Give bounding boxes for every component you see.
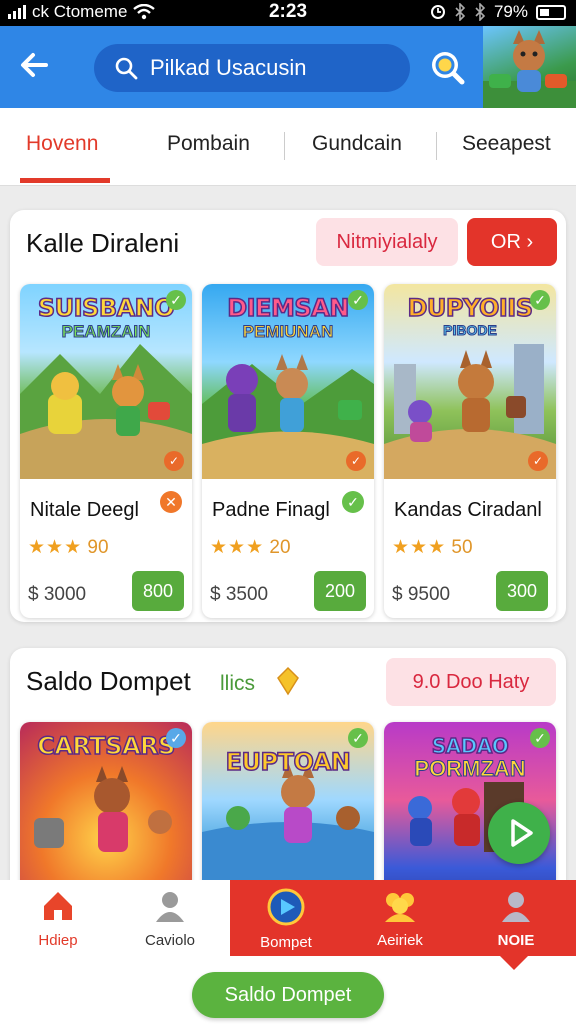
magnifier-icon <box>432 52 465 85</box>
tab-divider <box>284 132 285 160</box>
tab-seeapest[interactable]: Seeapest <box>462 132 551 156</box>
bluetooth-icon-2 <box>475 3 486 21</box>
game-price: $ 3500 <box>210 584 269 605</box>
rating-value: 20 <box>269 537 291 558</box>
game-cover-image: EUPTOAN ✓ <box>202 722 374 898</box>
verified-badge-icon: ✓ <box>342 491 364 513</box>
back-button[interactable] <box>18 48 58 88</box>
alarm-icon <box>430 5 445 19</box>
balance-chip[interactable]: 9.0 Doo Haty <box>386 658 556 706</box>
game-name: Padne Finagl <box>212 499 330 521</box>
game-price: $ 3000 <box>28 584 87 605</box>
game-art-title: EUPTOAN <box>225 748 352 776</box>
game-card[interactable]: DUPYOIIS PIBODE ✓ ✓ Kandas Ciradanl ★★★ … <box>384 284 556 618</box>
bottom-navigation: Hdiep Caviolo Bompet Aeiriek NOIE Saldo … <box>0 880 576 1024</box>
fox-mascot-icon <box>483 30 576 108</box>
play-button[interactable] <box>488 802 550 864</box>
nav-notch <box>500 956 528 970</box>
header-game-thumbnail[interactable] <box>483 26 576 108</box>
buy-button[interactable]: 300 <box>496 571 548 611</box>
saldo-dompet-button[interactable]: Saldo Dompet <box>192 972 384 1018</box>
game-price: $ 9500 <box>392 584 451 605</box>
tag-icon: ✓ <box>528 451 548 471</box>
diamond-icon <box>277 666 299 696</box>
game-rating: ★★★ 20 <box>210 536 291 559</box>
nav-item-home[interactable]: Hdiep <box>18 888 98 949</box>
game-rating: ★★★ 90 <box>28 536 109 559</box>
game-card[interactable]: DIEMSAN PEMIUNAN ✓ ✓ Padne Finagl ✓ ★★★ … <box>202 284 374 618</box>
home-icon <box>44 892 72 920</box>
status-bar: ck Ctomeme 2:23 79% <box>0 0 576 26</box>
check-icon: ✓ <box>348 290 368 310</box>
game-art-subtitle: PEMIUNAN <box>242 322 334 342</box>
category-tabs: Hovenn Pombain Gundcain Seeapest <box>0 108 576 186</box>
check-icon: ✓ <box>530 728 550 748</box>
tab-hovenn[interactable]: Hovenn <box>26 132 98 156</box>
tab-pombain[interactable]: Pombain <box>167 132 250 156</box>
game-art-subtitle: PIBODE <box>443 322 498 339</box>
nav-item-bompet[interactable]: Bompet <box>246 888 326 951</box>
arrow-left-icon <box>21 53 48 77</box>
tag-icon: ✓ <box>164 451 184 471</box>
hot-badge-icon: ✕ <box>160 491 182 513</box>
nav-item-caviolo[interactable]: Caviolo <box>130 888 210 949</box>
game-cover-image: SUISBANO PEAMZAIN ✓ ✓ <box>20 284 192 479</box>
nav-label: NOIE <box>497 932 535 949</box>
check-icon: ✓ <box>348 728 368 748</box>
play-disc-icon <box>267 888 305 926</box>
section-title: Kalle Diraleni <box>26 228 180 258</box>
search-icon <box>115 57 138 80</box>
nav-item-noie[interactable]: NOIE <box>476 888 556 949</box>
nav-item-aeiriek[interactable]: Aeiriek <box>360 888 440 949</box>
search-button[interactable] <box>428 48 466 86</box>
battery-icon <box>536 4 566 20</box>
nav-label: Caviolo <box>144 932 196 949</box>
buy-button[interactable]: 200 <box>314 571 366 611</box>
rating-value: 90 <box>87 537 109 558</box>
game-name: Kandas Ciradanl <box>394 499 542 521</box>
nav-label: Hdiep <box>38 932 78 949</box>
section-title: Saldo Dompet <box>26 666 191 696</box>
battery-percent: 79% <box>493 2 528 21</box>
game-card[interactable]: CARTSARS ✓ <box>20 722 192 898</box>
nav-label: Aeiriek <box>377 932 423 949</box>
game-card[interactable]: EUPTOAN ✓ <box>202 722 374 898</box>
check-icon: ✓ <box>166 728 186 748</box>
star-icons: ★★★ <box>392 537 447 558</box>
wallet-section: Saldo Dompet llics 9.0 Doo Haty CARTSARS… <box>10 648 566 898</box>
nav-label: Bompet <box>260 934 312 951</box>
search-text: Pilkad Usacusin <box>150 55 307 80</box>
see-all-button[interactable]: OR › <box>467 218 557 266</box>
star-icons: ★★★ <box>28 537 83 558</box>
bluetooth-icon <box>455 3 466 21</box>
game-cover-image: DIEMSAN PEMIUNAN ✓ ✓ <box>202 284 374 479</box>
game-art-subtitle: PEAMZAIN <box>61 322 151 342</box>
rating-value: 50 <box>451 537 473 558</box>
tab-gundcain[interactable]: Gundcain <box>312 132 402 156</box>
game-name: Nitale Deegl <box>30 499 139 521</box>
user-icon <box>156 892 184 922</box>
game-card[interactable]: SUISBANO PEAMZAIN ✓ ✓ Nitale Deegl ✕ ★★★… <box>20 284 192 618</box>
tab-divider <box>436 132 437 160</box>
buy-button[interactable]: 800 <box>132 571 184 611</box>
game-art-subtitle: PORMZAN <box>414 756 526 782</box>
featured-section: Kalle Diraleni Nitmiyialaly OR › SUISBAN… <box>10 210 566 622</box>
tag-icon: ✓ <box>346 451 366 471</box>
game-cover-image: DUPYOIIS PIBODE ✓ ✓ <box>384 284 556 479</box>
star-icons: ★★★ <box>210 537 265 558</box>
group-icon <box>385 893 415 922</box>
game-rating: ★★★ 50 <box>392 536 473 559</box>
section-subtitle: llics <box>220 672 255 695</box>
app-header: Pilkad Usacusin <box>0 26 576 108</box>
check-icon: ✓ <box>166 290 186 310</box>
play-icon <box>511 819 533 847</box>
filter-chip[interactable]: Nitmiyialaly <box>316 218 458 266</box>
active-tab-indicator <box>20 178 110 183</box>
search-input[interactable]: Pilkad Usacusin <box>94 44 410 92</box>
check-icon: ✓ <box>530 290 550 310</box>
game-cover-image: CARTSARS ✓ <box>20 722 192 898</box>
profile-icon <box>502 892 530 922</box>
